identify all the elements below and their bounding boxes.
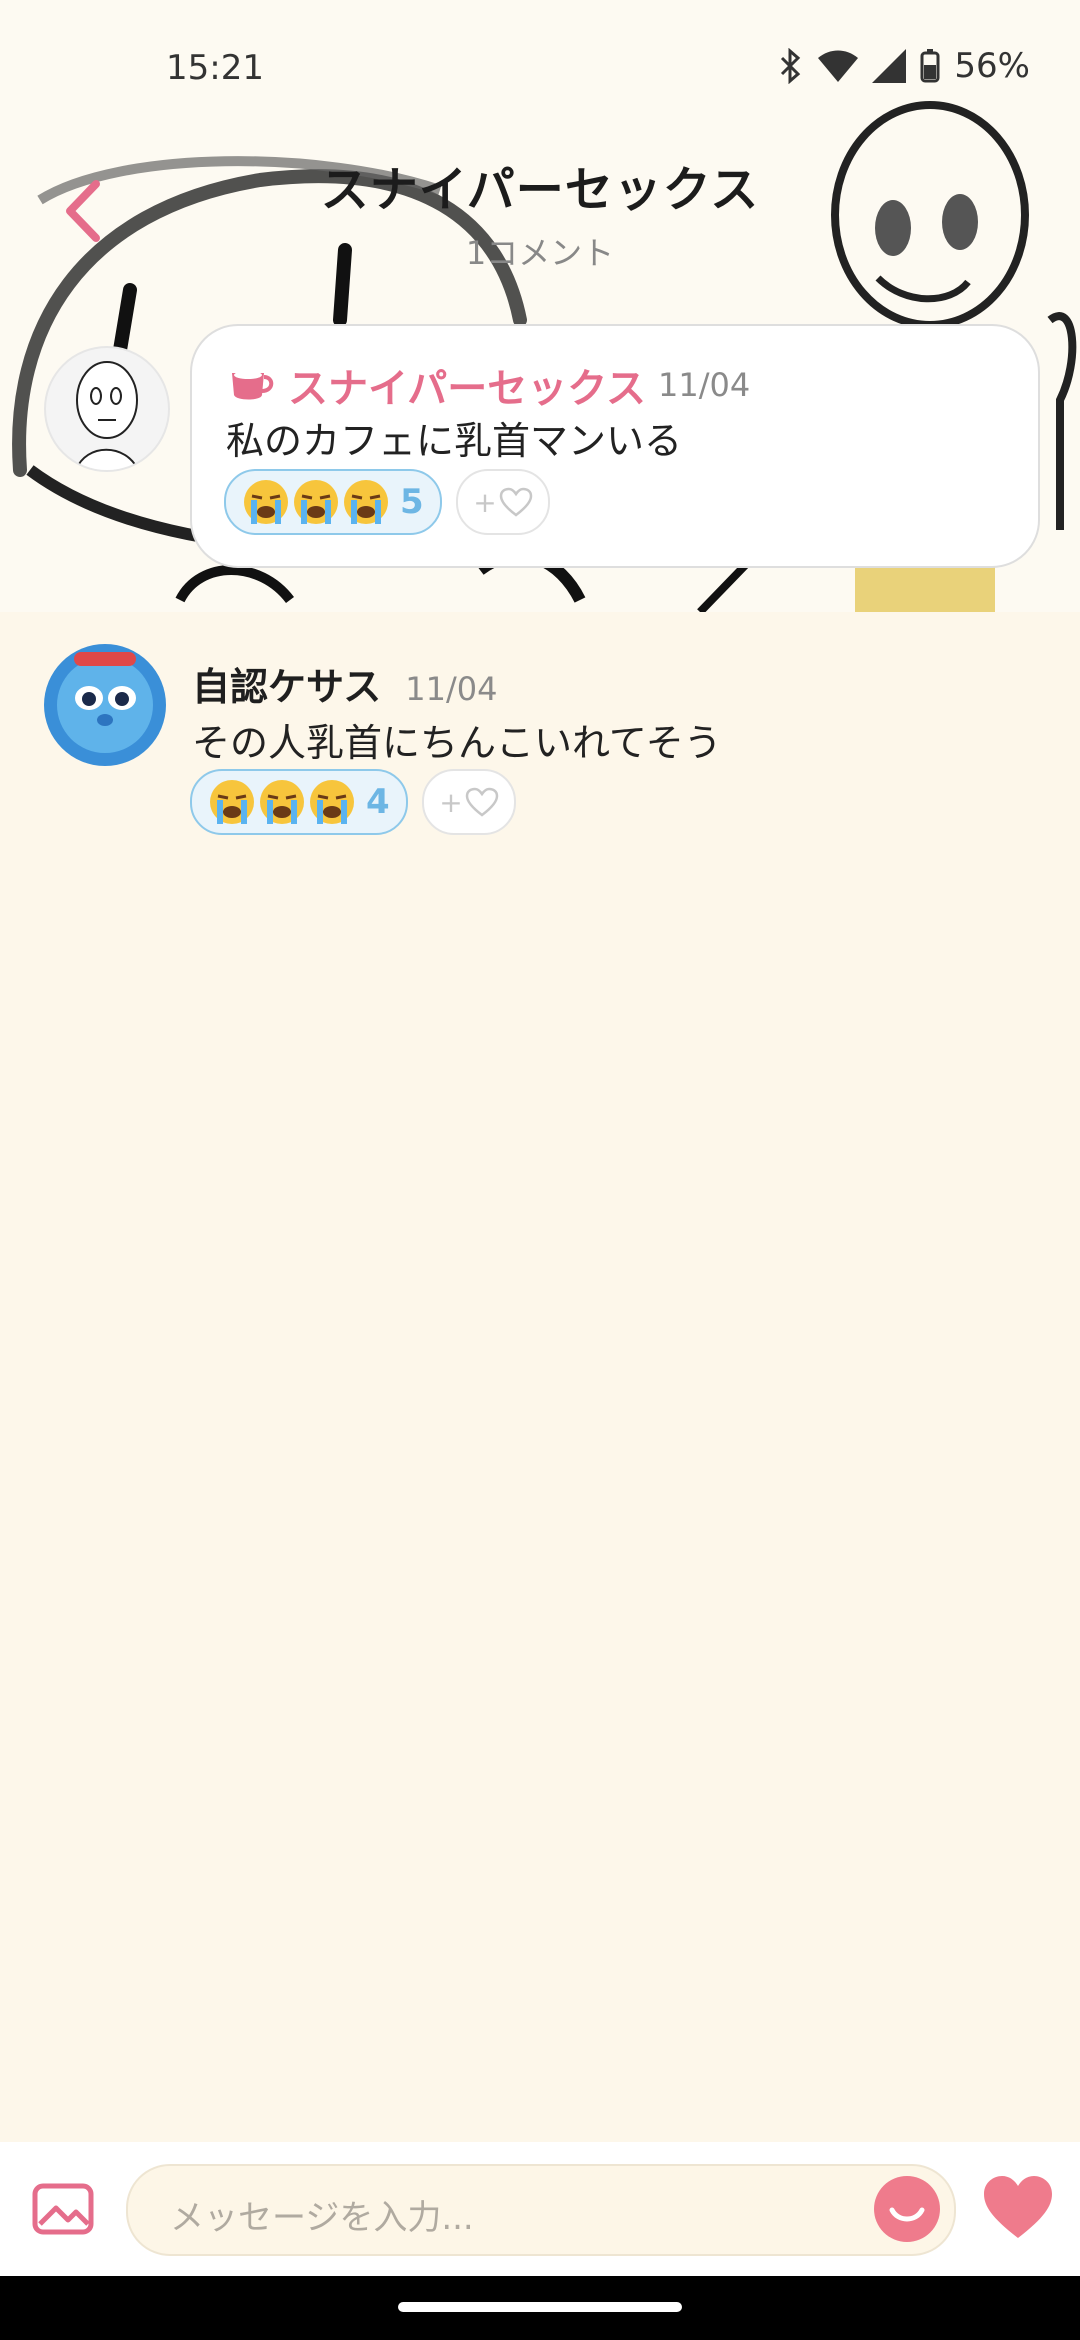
smile-icon — [889, 2207, 925, 2222]
battery-level: 56% — [954, 46, 1030, 86]
comment-author-avatar[interactable] — [44, 644, 166, 766]
comment-meta: 自認ケサス 11/04 — [192, 656, 497, 711]
comment-add-reaction-button[interactable]: + — [422, 769, 516, 835]
battery-icon — [920, 49, 940, 83]
post-meta: スナイパーセックス 11/04 — [228, 356, 750, 414]
comment-reaction-count: 4 — [366, 782, 390, 822]
bluetooth-icon — [781, 48, 801, 84]
comment-date: 11/04 — [405, 670, 498, 708]
post-reaction-count: 5 — [400, 482, 424, 522]
crying-face-icon — [210, 780, 254, 824]
home-indicator[interactable] — [398, 2302, 682, 2312]
crying-face-icon — [244, 480, 288, 524]
post-author-avatar[interactable] — [44, 346, 170, 472]
system-navigation-bar — [0, 2276, 1080, 2340]
emoji-button[interactable] — [874, 2176, 940, 2242]
signal-icon — [872, 49, 907, 83]
post-date: 11/04 — [658, 366, 751, 404]
wifi-icon — [818, 50, 859, 82]
crying-face-icon — [310, 780, 354, 824]
message-placeholder: メッセージを入力... — [170, 2198, 474, 2238]
post-author[interactable]: スナイパーセックス — [288, 356, 646, 414]
crying-face-icon — [344, 480, 388, 524]
heart-icon[interactable] — [982, 2174, 1054, 2242]
cup-icon — [232, 371, 274, 400]
thread-header: スナイパーセックス 1コメント — [0, 150, 1080, 274]
post-add-reaction-button[interactable]: + — [456, 469, 550, 535]
comment-text: その人乳首にちんこいれてそう — [192, 721, 722, 765]
thread-title: スナイパーセックス — [320, 162, 760, 218]
plus-label: + — [439, 785, 463, 819]
plus-label: + — [473, 485, 497, 519]
comment-reaction-pill[interactable]: 4 — [190, 769, 408, 835]
post-reaction-pill[interactable]: 5 — [224, 469, 442, 535]
crying-face-icon — [260, 780, 304, 824]
message-input[interactable]: メッセージを入力... — [126, 2164, 956, 2256]
comment-count: 1コメント — [465, 234, 615, 272]
status-icons: 56% — [778, 46, 1030, 86]
post-text: 私のカフェに乳首マンいる — [226, 419, 683, 463]
heart-outline-icon — [499, 487, 532, 517]
image-icon[interactable] — [32, 2178, 94, 2240]
status-bar: 15:21 56% — [0, 0, 1080, 140]
message-input-bar: メッセージを入力... — [0, 2142, 1080, 2276]
heart-outline-icon — [465, 787, 498, 817]
comment-author[interactable]: 自認ケサス — [192, 656, 381, 711]
crying-face-icon — [294, 480, 338, 524]
status-time: 15:21 — [166, 48, 264, 88]
